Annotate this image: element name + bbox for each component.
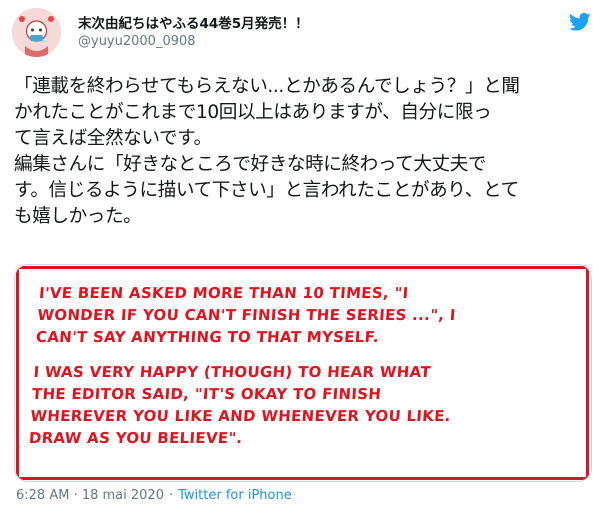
author-display-name[interactable]: 末次由紀ちはやふる44巻5月発売！！ xyxy=(78,12,309,32)
translation-frame: I've been asked more than 10 times, "I w… xyxy=(16,266,589,480)
tweet-source-link[interactable]: Twitter for iPhone xyxy=(178,488,292,503)
translation-line: I've been asked more than 10 times, "I xyxy=(38,284,410,302)
tweet-media-image[interactable]: I've been asked more than 10 times, "I w… xyxy=(14,264,592,482)
avatar-icon xyxy=(12,8,61,57)
tweet-date: 18 mai 2020 xyxy=(81,488,164,503)
tweet-text-line: かれたことがこれまで10回以上はありますが、自分に限っ xyxy=(14,102,492,123)
translation-line: wonder if you can't finish the series ..… xyxy=(36,306,457,324)
tweet-text-line: 「連載を終わらせてもらえない...とかあるんでしょう？」と聞 xyxy=(14,76,520,97)
translation-text: I've been asked more than 10 times, "I w… xyxy=(28,282,585,449)
tweet-metadata: 6:28 AM · 18 mai 2020 · Twitter for iPhone xyxy=(16,488,292,503)
author-handle[interactable]: @yuyu2000_0908 xyxy=(78,34,196,49)
twitter-bird-icon[interactable] xyxy=(569,12,591,32)
tweet-text-line: て言えば全然ないです。 xyxy=(14,128,212,149)
author-avatar[interactable] xyxy=(12,8,61,57)
tweet-text-line: す。信じるように描いて下さい」と言われたことがあり、とて xyxy=(14,180,519,201)
translation-line: wherever you like and whenever you like. xyxy=(29,407,452,425)
tweet-text: 「連載を終わらせてもらえない...とかあるんでしょう？」と聞 かれたことがこれま… xyxy=(14,74,599,230)
tweet-time-value: 6:28 AM xyxy=(16,488,70,503)
tweet-text-line: 編集さんに「好きなところで好きな時に終わって大丈夫で xyxy=(14,154,487,175)
meta-separator: · xyxy=(168,488,174,503)
tweet-text-line: も嬉しかった。 xyxy=(14,206,142,227)
translation-line: Draw as you believe". xyxy=(28,429,244,447)
translation-line: the editor said, "It's okay to finish xyxy=(31,385,382,403)
translation-line: I was very happy (though) to hear what xyxy=(32,363,432,381)
translation-line: can't say anything to that myself. xyxy=(35,328,380,346)
tweet-card: 末次由紀ちはやふる44巻5月発売！！ @yuyu2000_0908 「連載を終わ… xyxy=(0,0,604,519)
tweet-time[interactable]: 6:28 AM · 18 mai 2020 xyxy=(16,488,164,503)
